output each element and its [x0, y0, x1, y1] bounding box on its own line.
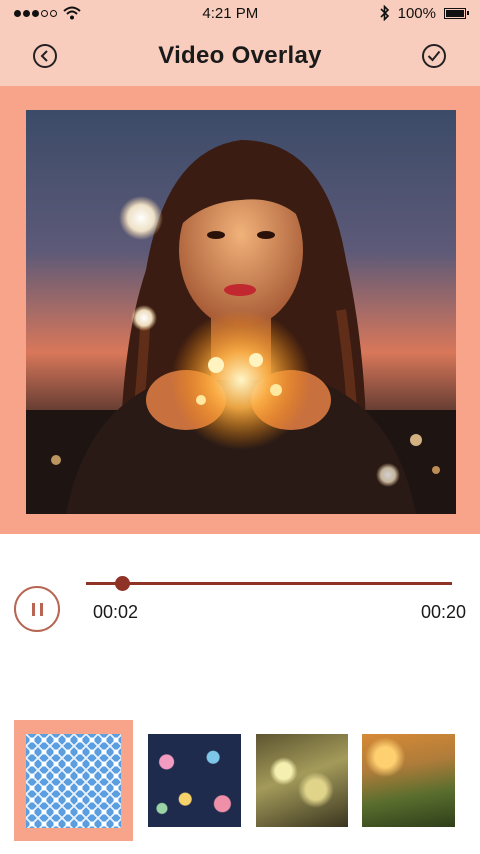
video-preview[interactable]: [26, 110, 456, 514]
seek-thumb[interactable]: [115, 576, 131, 591]
seek-bar[interactable]: [86, 582, 452, 585]
current-time: 00:02: [93, 602, 139, 622]
pause-icon: [31, 602, 43, 616]
status-left: [14, 6, 81, 20]
signal-dots-icon: [14, 9, 57, 17]
back-button[interactable]: [33, 44, 57, 68]
status-bar: 4:21 PM 100%: [0, 0, 480, 26]
overlay-item-blue-pattern[interactable]: [14, 720, 133, 841]
overlay-item-floral-pattern[interactable]: [148, 734, 241, 827]
app-header: Video Overlay: [0, 26, 480, 86]
pause-button[interactable]: [14, 586, 60, 632]
done-button[interactable]: [422, 44, 446, 68]
battery-percent: 100%: [397, 4, 436, 22]
overlay-frame: [0, 86, 480, 534]
overlay-item-golden-field[interactable]: [362, 734, 455, 827]
video-preview-image: [26, 140, 456, 514]
total-time: 00:20: [420, 602, 466, 622]
page-title: Video Overlay: [158, 42, 322, 69]
wifi-icon: [63, 6, 81, 20]
blue-pattern-thumbnail: [26, 734, 121, 828]
video-player-controls: 00:02 00:20: [0, 534, 480, 720]
status-time: 4:21 PM: [202, 4, 259, 22]
overlay-list: [0, 720, 480, 854]
battery-icon: [444, 7, 469, 19]
status-right: 100%: [380, 4, 469, 22]
overlay-item-bokeh-light[interactable]: [256, 734, 348, 827]
chevron-left-icon: [40, 50, 48, 62]
check-icon: [427, 50, 441, 62]
bluetooth-icon: [380, 5, 389, 21]
